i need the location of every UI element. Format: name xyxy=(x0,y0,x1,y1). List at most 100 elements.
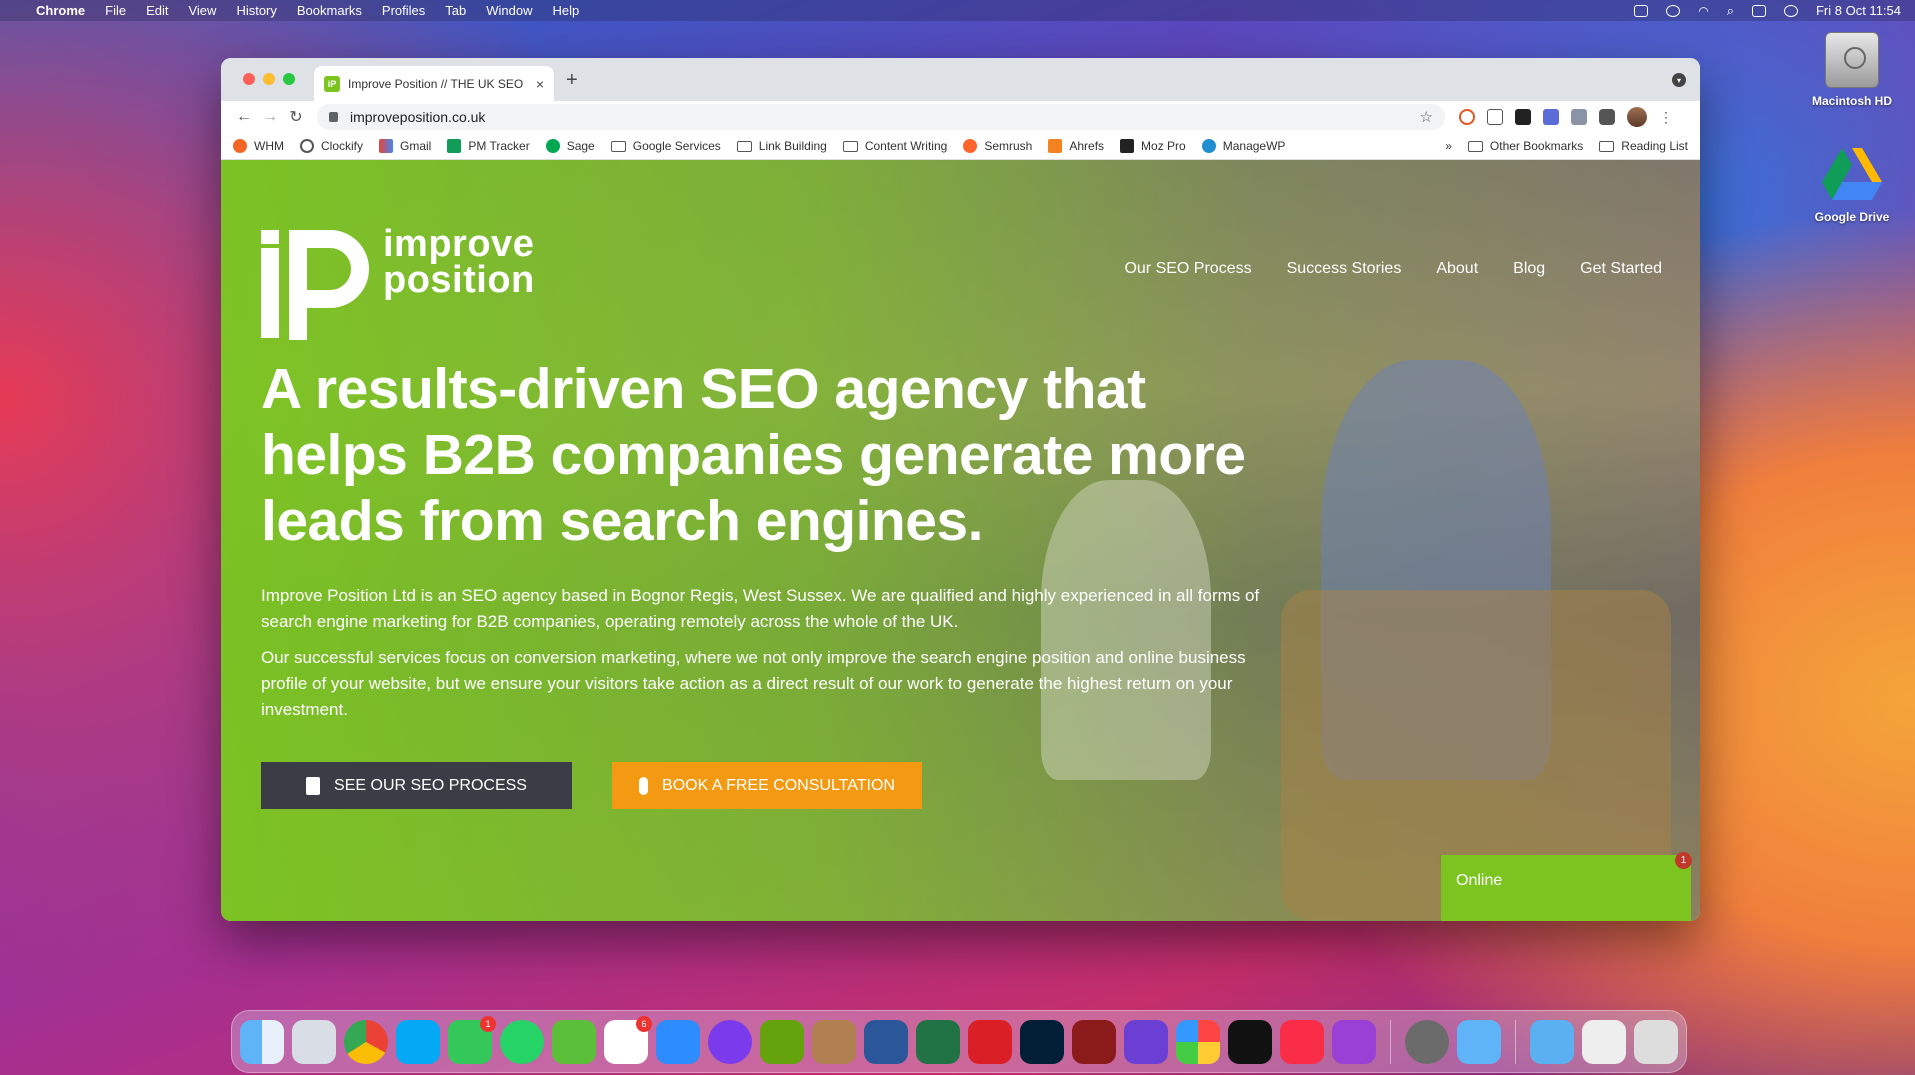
parrot-app-icon[interactable] xyxy=(552,1019,596,1064)
hero-paragraph-1: Improve Position Ltd is an SEO agency ba… xyxy=(261,586,1260,631)
site-nav: Our SEO Process Success Stories About Bl… xyxy=(1124,260,1662,278)
messages-icon[interactable]: 1 xyxy=(448,1015,496,1064)
zoom-icon[interactable] xyxy=(656,1019,700,1064)
close-window-button[interactable] xyxy=(243,73,255,85)
screaming-frog-icon[interactable] xyxy=(760,1019,804,1064)
bookmark-clockify[interactable]: Clockify xyxy=(300,139,363,153)
recent-document-icon[interactable] xyxy=(1582,1019,1626,1064)
extension-icon[interactable] xyxy=(1543,109,1559,125)
menu-profiles[interactable]: Profiles xyxy=(382,3,425,18)
extension-icon[interactable] xyxy=(1487,109,1503,125)
profile-avatar[interactable] xyxy=(1627,107,1647,127)
chrome-menu-icon[interactable]: ⋮ xyxy=(1659,109,1673,126)
bookmark-gmail[interactable]: Gmail xyxy=(379,139,431,153)
tab-search-icon[interactable]: ▾ xyxy=(1672,73,1686,87)
tab-close-icon[interactable]: × xyxy=(536,76,544,92)
nav-success-stories[interactable]: Success Stories xyxy=(1287,260,1402,278)
address-bar[interactable]: improveposition.co.uk ☆ xyxy=(317,104,1445,130)
system-preferences-icon[interactable] xyxy=(1405,1019,1449,1064)
bookmark-whm[interactable]: WHM xyxy=(233,139,284,153)
word-icon[interactable] xyxy=(864,1019,908,1064)
bookmark-ahrefs[interactable]: Ahrefs xyxy=(1048,139,1104,153)
music-icon[interactable] xyxy=(1280,1019,1324,1064)
podcasts-icon[interactable] xyxy=(1332,1019,1376,1064)
nav-about[interactable]: About xyxy=(1436,260,1478,278)
chrome-icon[interactable] xyxy=(344,1019,388,1064)
launchpad-icon[interactable] xyxy=(292,1019,336,1064)
bookmark-pm-tracker[interactable]: PM Tracker xyxy=(447,139,530,153)
menu-view[interactable]: View xyxy=(188,3,216,18)
new-tab-button[interactable]: + xyxy=(566,69,578,92)
menu-window[interactable]: Window xyxy=(486,3,532,18)
creative-cloud-icon[interactable] xyxy=(968,1019,1012,1064)
excel-icon[interactable] xyxy=(916,1019,960,1064)
menu-help[interactable]: Help xyxy=(553,3,580,18)
menu-bookmarks[interactable]: Bookmarks xyxy=(297,3,362,18)
siri-icon[interactable] xyxy=(1783,4,1798,17)
imovie-icon[interactable] xyxy=(1124,1019,1168,1064)
site-logo[interactable]: improve position xyxy=(261,225,535,340)
nav-our-seo-process[interactable]: Our SEO Process xyxy=(1124,260,1251,278)
asterisk-app-icon[interactable] xyxy=(708,1019,752,1064)
desktop-icon-macintosh-hd[interactable]: Macintosh HD xyxy=(1797,32,1907,108)
archive-box-icon[interactable] xyxy=(812,1019,856,1064)
downloads-folder-icon[interactable] xyxy=(1530,1019,1574,1064)
extensions-puzzle-icon[interactable] xyxy=(1599,109,1615,125)
desktop-icon-label: Macintosh HD xyxy=(1811,94,1892,108)
finder-alt-icon[interactable] xyxy=(1457,1019,1501,1064)
desktop-icon-google-drive[interactable]: Google Drive xyxy=(1797,148,1907,224)
nav-get-started[interactable]: Get Started xyxy=(1580,260,1662,278)
control-center-icon[interactable] xyxy=(1751,4,1766,17)
nav-blog[interactable]: Blog xyxy=(1513,260,1545,278)
minimize-window-button[interactable] xyxy=(263,73,275,85)
bookmark-managewp[interactable]: ManageWP xyxy=(1201,139,1285,153)
chat-unread-badge: 1 xyxy=(1675,852,1692,869)
wifi-icon[interactable]: ◠ xyxy=(1698,4,1708,18)
clockify-icon[interactable] xyxy=(396,1019,440,1064)
extension-icon[interactable] xyxy=(1515,109,1531,125)
bookmark-other-bookmarks[interactable]: Other Bookmarks xyxy=(1467,139,1583,153)
sage-icon xyxy=(545,139,560,153)
bookmark-content-writing[interactable]: Content Writing xyxy=(842,139,947,153)
menu-history[interactable]: History xyxy=(236,3,276,18)
apple-tv-icon[interactable] xyxy=(1228,1019,1272,1064)
photos-icon[interactable] xyxy=(1176,1019,1220,1064)
address-url[interactable]: improveposition.co.uk xyxy=(350,109,1420,125)
extension-icon[interactable] xyxy=(1459,109,1475,125)
menu-file[interactable]: File xyxy=(105,3,126,18)
bookmark-google-services[interactable]: Google Services xyxy=(610,139,721,153)
whatsapp-icon[interactable] xyxy=(500,1019,544,1064)
status-app-icon[interactable] xyxy=(1634,4,1649,17)
book-consultation-button[interactable]: BOOK A FREE CONSULTATION xyxy=(612,762,922,809)
menu-tab[interactable]: Tab xyxy=(445,3,466,18)
bookmark-label: Sage xyxy=(566,139,595,153)
bookmark-moz-pro[interactable]: Moz Pro xyxy=(1120,139,1186,153)
bookmark-semrush[interactable]: Semrush xyxy=(963,139,1032,153)
zoom-window-button[interactable] xyxy=(283,73,295,85)
back-button[interactable]: ← xyxy=(231,108,257,126)
photo-booth-icon[interactable] xyxy=(1072,1019,1116,1064)
menu-clock[interactable]: Fri 8 Oct 11:54 xyxy=(1816,3,1901,18)
finder-icon[interactable] xyxy=(240,1019,284,1064)
slack-icon[interactable]: 6 xyxy=(604,1015,652,1064)
clockify-status-icon[interactable] xyxy=(1666,4,1681,17)
menu-app-name[interactable]: Chrome xyxy=(36,3,85,18)
extension-icon[interactable] xyxy=(1571,109,1587,125)
forward-button[interactable]: → xyxy=(257,108,283,126)
bookmark-sage[interactable]: Sage xyxy=(545,139,595,153)
photoshop-icon[interactable] xyxy=(1020,1019,1064,1064)
reading-list-button[interactable]: Reading List xyxy=(1599,139,1688,153)
bookmark-label: Clockify xyxy=(321,139,364,153)
see-seo-process-button[interactable]: SEE OUR SEO PROCESS xyxy=(261,762,572,809)
bookmarks-overflow-button[interactable]: » xyxy=(1445,139,1452,153)
tab-active[interactable]: iP Improve Position // THE UK SEO × xyxy=(314,66,554,101)
bookmark-link-building[interactable]: Link Building xyxy=(736,139,827,153)
web-page: improve position Our SEO Process Success… xyxy=(221,160,1700,921)
bookmark-star-icon[interactable]: ☆ xyxy=(1420,108,1433,126)
microphone-icon xyxy=(639,776,649,795)
menu-edit[interactable]: Edit xyxy=(146,3,168,18)
trash-icon[interactable] xyxy=(1634,1019,1678,1064)
reload-button[interactable]: ↻ xyxy=(283,107,309,127)
search-icon[interactable]: ⌕ xyxy=(1727,3,1734,19)
live-chat-widget[interactable]: Online 1 xyxy=(1441,852,1692,921)
